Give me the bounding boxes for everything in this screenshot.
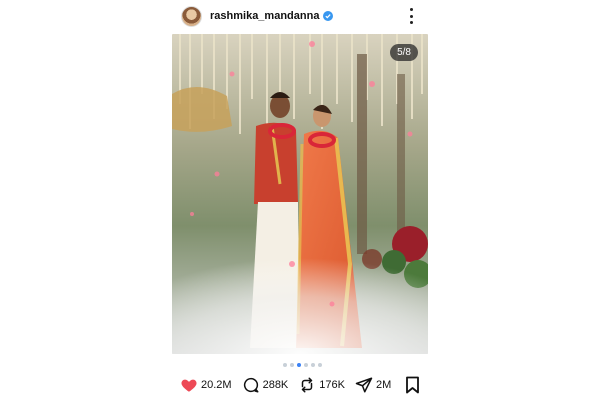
- post-image[interactable]: 5/8: [172, 34, 428, 354]
- comment-icon: [243, 377, 259, 393]
- share-icon: [355, 377, 373, 393]
- post-header: rashmika_mandanna: [181, 4, 421, 28]
- comment-button[interactable]: 288K: [242, 376, 289, 394]
- verified-icon: [323, 11, 334, 21]
- slide-counter: 5/8: [390, 44, 418, 61]
- like-count: 20.2M: [201, 379, 232, 391]
- avatar[interactable]: [181, 5, 202, 27]
- share-count: 2M: [375, 379, 392, 391]
- username[interactable]: rashmika_mandanna: [210, 10, 319, 22]
- carousel-dot: [318, 363, 322, 367]
- like-button[interactable]: 20.2M: [180, 376, 232, 394]
- post: rashmika_mandanna 5/8 20.2M 288K 176K 2M: [0, 0, 600, 400]
- carousel-dot: [283, 363, 287, 367]
- more-options-icon[interactable]: [405, 8, 417, 24]
- share-button[interactable]: 2M: [355, 376, 391, 394]
- wedding-photo: [172, 34, 428, 354]
- bookmark-icon: [406, 376, 419, 394]
- heart-icon: [181, 379, 197, 392]
- carousel-dot: [311, 363, 315, 367]
- repost-icon: [302, 377, 313, 393]
- post-actions: 20.2M 288K 176K 2M: [180, 374, 420, 396]
- save-button[interactable]: [405, 376, 420, 399]
- carousel-dot-active: [297, 363, 301, 367]
- carousel-dot: [290, 363, 294, 367]
- carousel-dots: [283, 363, 322, 367]
- repost-count: 176K: [319, 379, 345, 391]
- repost-button[interactable]: 176K: [298, 376, 345, 394]
- carousel-dot: [304, 363, 308, 367]
- comment-count: 288K: [262, 379, 289, 391]
